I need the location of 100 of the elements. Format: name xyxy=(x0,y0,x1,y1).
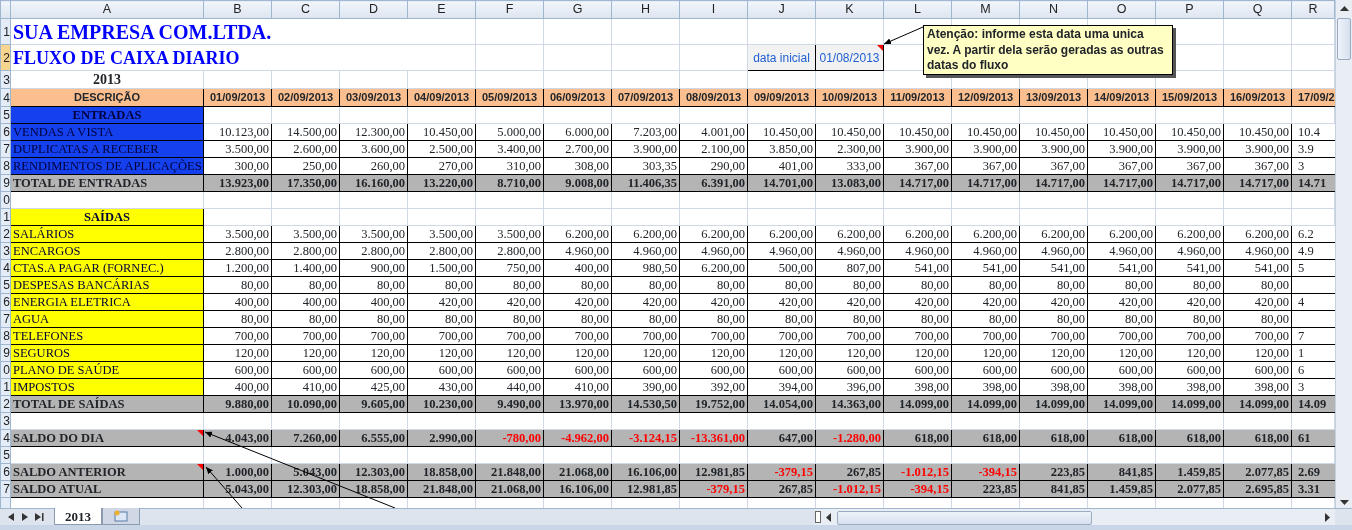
table-cell: 80,00 xyxy=(951,276,1020,294)
column-header[interactable]: J xyxy=(747,0,816,19)
row-header[interactable]: 3 xyxy=(0,242,11,260)
table-cell: 4.960,00 xyxy=(679,242,748,260)
table-cell: 2.500,00 xyxy=(407,140,476,158)
row-header[interactable]: 5 xyxy=(0,106,11,124)
row-header[interactable]: 8 xyxy=(0,327,11,345)
table-cell: 80,00 xyxy=(1155,276,1224,294)
table-cell: 3.900,00 xyxy=(1019,140,1088,158)
column-header[interactable]: K xyxy=(815,0,884,19)
row-header[interactable]: 5 xyxy=(0,446,11,464)
table-cell: 6.200,00 xyxy=(543,225,612,243)
table-cell: 80,00 xyxy=(611,276,680,294)
table-cell: 400,00 xyxy=(543,259,612,277)
table-cell: 807,00 xyxy=(815,259,884,277)
column-header[interactable]: G xyxy=(543,0,612,19)
column-header[interactable]: C xyxy=(271,0,340,19)
row-header[interactable]: 7 xyxy=(0,480,11,498)
table-cell: 600,00 xyxy=(407,361,476,379)
table-cell: 6.200,00 xyxy=(1019,225,1088,243)
table-cell: 80,00 xyxy=(883,310,952,328)
row-header[interactable]: 1 xyxy=(0,18,11,45)
row-header[interactable]: 0 xyxy=(0,361,11,379)
scroll-down-icon[interactable] xyxy=(1339,499,1349,505)
column-header[interactable]: I xyxy=(679,0,748,19)
table-cell: 420,00 xyxy=(1223,293,1292,311)
row-header[interactable]: 3 xyxy=(0,412,11,430)
table-cell: 750,00 xyxy=(475,259,544,277)
table-cell: 6.200,00 xyxy=(747,225,816,243)
row-header[interactable]: 7 xyxy=(0,140,11,158)
row-header[interactable]: 6 xyxy=(0,123,11,141)
table-cell: 398,00 xyxy=(1087,378,1156,396)
scroll-thumb[interactable] xyxy=(837,510,1092,525)
table-cell: 80,00 xyxy=(1019,276,1088,294)
table-cell: 10.450,00 xyxy=(815,123,884,141)
table-cell: 401,00 xyxy=(747,157,816,175)
column-header[interactable]: B xyxy=(203,0,272,19)
table-cell: 6.200,00 xyxy=(1087,225,1156,243)
comment-marker[interactable] xyxy=(877,45,883,51)
scroll-thumb[interactable] xyxy=(1337,18,1351,60)
table-cell: 120,00 xyxy=(1087,344,1156,362)
row-header[interactable]: 9 xyxy=(0,344,11,362)
table-cell: 600,00 xyxy=(679,361,748,379)
row-header[interactable]: 7 xyxy=(0,310,11,328)
row-header[interactable]: 8 xyxy=(0,157,11,175)
table-cell: 120,00 xyxy=(951,344,1020,362)
scroll-up-icon[interactable] xyxy=(1339,5,1349,11)
date-field[interactable]: 01/08/2013 xyxy=(815,44,884,71)
sheet-tab[interactable]: 2013 xyxy=(54,508,102,525)
column-header[interactable]: A xyxy=(10,0,204,19)
row-header[interactable]: 6 xyxy=(0,293,11,311)
row-header[interactable]: 4 xyxy=(0,88,11,107)
column-header[interactable]: F xyxy=(475,0,544,19)
split-handle-icon[interactable] xyxy=(815,511,821,523)
row-header[interactable]: 1 xyxy=(0,378,11,396)
table-cell: 250,00 xyxy=(271,157,340,175)
row-header[interactable]: 2 xyxy=(0,44,11,71)
table-cell: 10.450,00 xyxy=(1019,123,1088,141)
scroll-left-icon[interactable] xyxy=(825,512,833,522)
leader-line xyxy=(883,26,924,45)
column-header[interactable]: Q xyxy=(1223,0,1292,19)
field-label: data inicial xyxy=(747,44,816,71)
column-header[interactable]: L xyxy=(883,0,952,19)
horizontal-scrollbar[interactable] xyxy=(815,509,1335,525)
column-header[interactable]: E xyxy=(407,0,476,19)
column-header[interactable]: M xyxy=(951,0,1020,19)
table-cell: 10.450,00 xyxy=(951,123,1020,141)
column-header[interactable]: R xyxy=(1291,0,1335,19)
row-header[interactable]: 6 xyxy=(0,463,11,481)
row-header[interactable]: 5 xyxy=(0,276,11,294)
table-cell: 3.900,00 xyxy=(1223,140,1292,158)
scroll-right-icon[interactable] xyxy=(1323,512,1331,522)
table-cell: 700,00 xyxy=(203,327,272,345)
table-cell: 3.500,00 xyxy=(475,225,544,243)
column-header[interactable]: P xyxy=(1155,0,1224,19)
row-header[interactable]: 0 xyxy=(0,191,11,209)
row-header[interactable]: 9 xyxy=(0,174,11,192)
table-cell: 10.450,00 xyxy=(883,123,952,141)
table-cell: 900,00 xyxy=(339,259,408,277)
row-header[interactable]: 2 xyxy=(0,395,11,413)
column-header[interactable]: O xyxy=(1087,0,1156,19)
vertical-scrollbar[interactable] xyxy=(1335,0,1352,510)
table-cell: 290,00 xyxy=(679,157,748,175)
table-cell: 80,00 xyxy=(679,276,748,294)
table-cell: 392,00 xyxy=(679,378,748,396)
table-cell: 3.500,00 xyxy=(339,225,408,243)
column-header[interactable]: N xyxy=(1019,0,1088,19)
row-header[interactable]: 3 xyxy=(0,70,11,89)
row-header[interactable]: 1 xyxy=(0,208,11,226)
table-cell: 120,00 xyxy=(815,344,884,362)
table-cell: 700,00 xyxy=(883,327,952,345)
table-cell: 80,00 xyxy=(747,276,816,294)
table-cell: 6.200,00 xyxy=(679,259,748,277)
row-header[interactable]: 4 xyxy=(0,429,11,447)
row-header[interactable]: 4 xyxy=(0,259,11,277)
row-header[interactable]: 2 xyxy=(0,225,11,243)
column-header[interactable]: H xyxy=(611,0,680,19)
table-cell: 6.200,00 xyxy=(679,225,748,243)
column-header[interactable]: D xyxy=(339,0,408,19)
table-cell: 10.450,00 xyxy=(1087,123,1156,141)
